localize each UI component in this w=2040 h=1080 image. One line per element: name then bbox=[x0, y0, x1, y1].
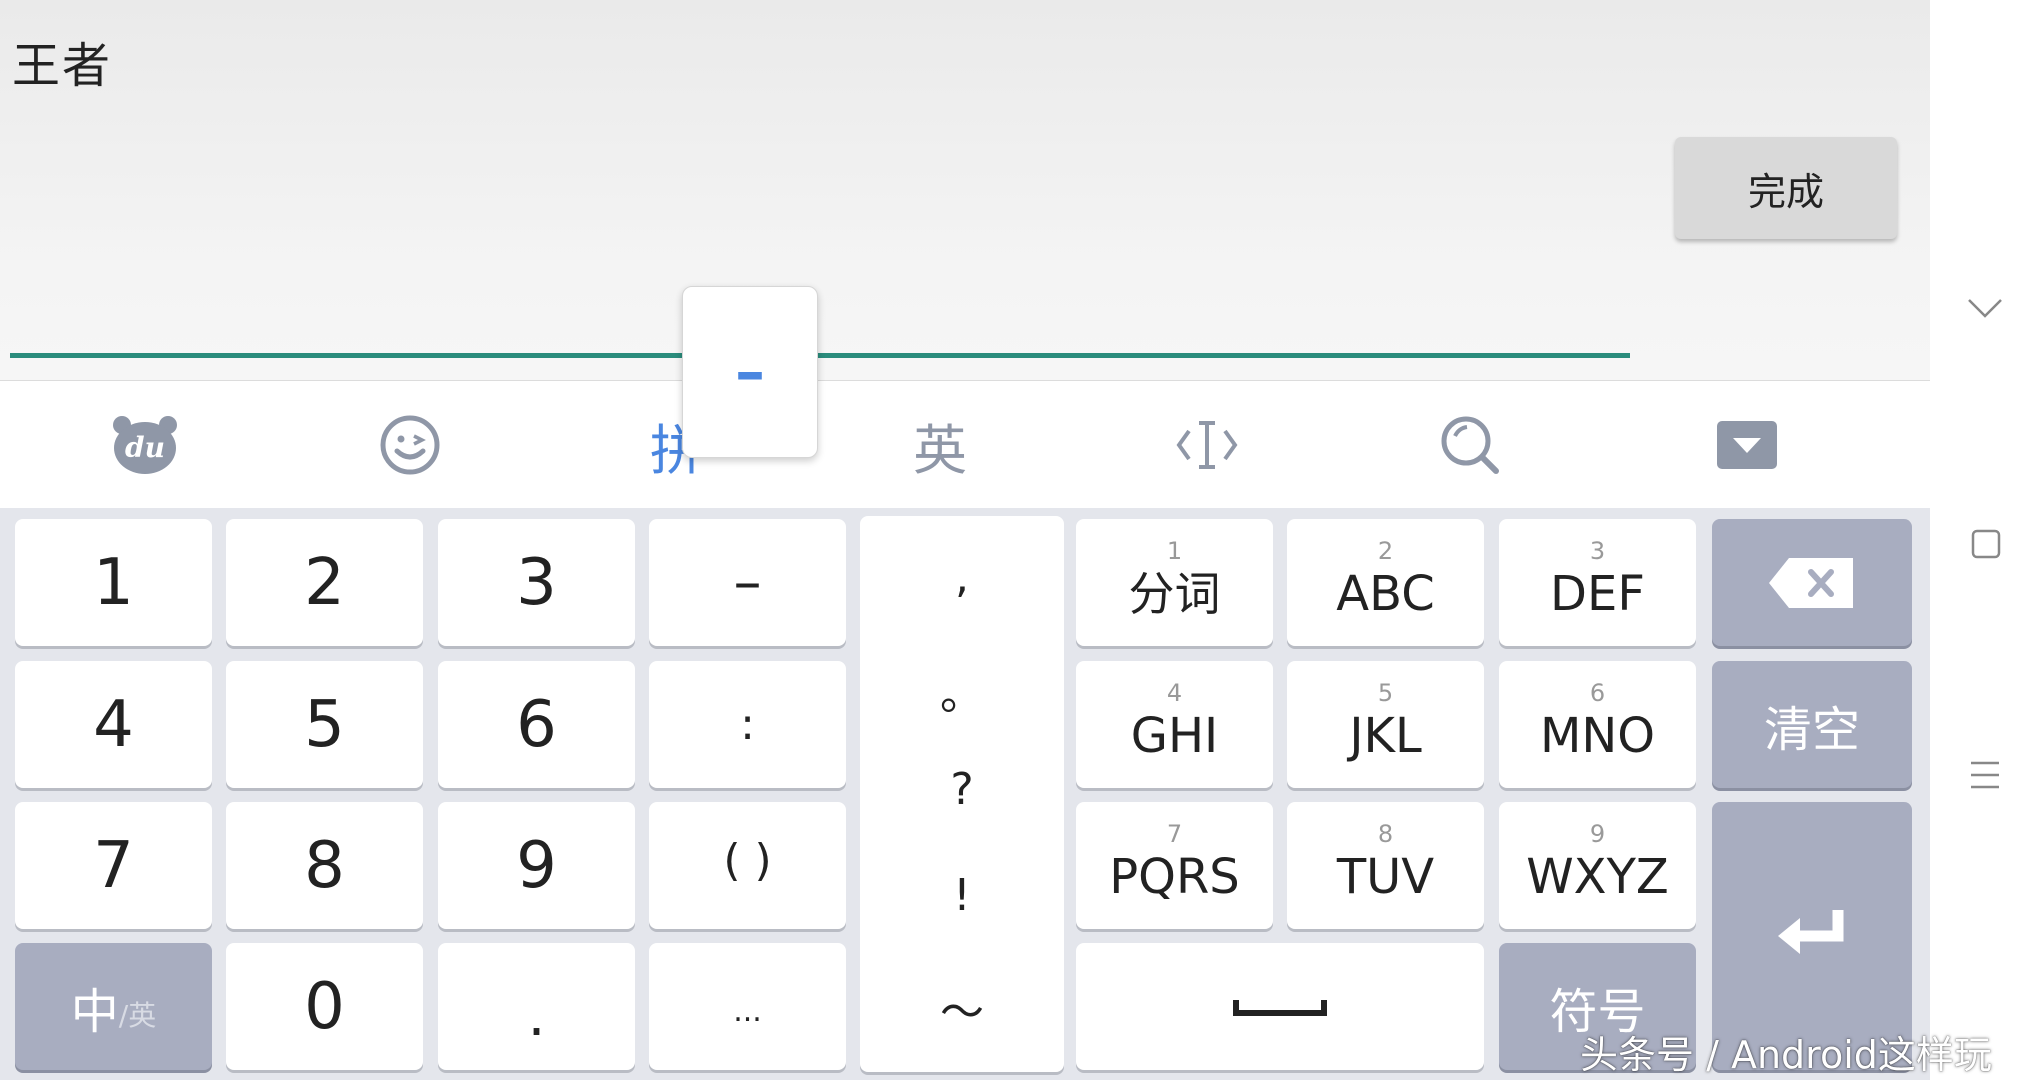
key-label: 清空 bbox=[1763, 701, 1860, 758]
punct-exclaim[interactable]: ! bbox=[860, 870, 1064, 921]
key-dash[interactable]: – bbox=[649, 519, 846, 646]
done-button[interactable]: 完成 bbox=[1675, 137, 1897, 239]
t9-key-2[interactable]: 2 ABC bbox=[1287, 519, 1484, 646]
key-label: 4 bbox=[93, 687, 134, 762]
key-number: 9 bbox=[1589, 819, 1606, 848]
key-number: 3 bbox=[1589, 536, 1606, 565]
backspace-icon bbox=[1769, 557, 1853, 608]
keyboard-toolbar: du 拼 英 bbox=[0, 380, 1930, 509]
input-underline bbox=[10, 353, 1630, 358]
input-area: 王者 完成 bbox=[0, 0, 1930, 380]
back-chevron-icon[interactable] bbox=[1965, 288, 2005, 328]
key-number: 8 bbox=[1377, 819, 1394, 848]
key-8[interactable]: 8 bbox=[226, 802, 423, 929]
t9-key-4[interactable]: 4 GHI bbox=[1076, 661, 1273, 788]
key-label-zh: 中 bbox=[70, 983, 119, 1040]
input-text-field[interactable]: 王者 bbox=[12, 26, 112, 96]
key-label: . bbox=[527, 984, 546, 1049]
clear-key[interactable]: 清空 bbox=[1712, 661, 1912, 788]
key-label: PQRS bbox=[1109, 848, 1240, 905]
key-ellipsis[interactable]: ... bbox=[649, 943, 846, 1070]
key-label: 6 bbox=[516, 687, 557, 762]
key-label: 2 bbox=[304, 545, 345, 620]
key-7[interactable]: 7 bbox=[15, 802, 212, 929]
key-label: 3 bbox=[516, 545, 557, 620]
key-9[interactable]: 9 bbox=[438, 802, 635, 929]
system-nav-bar bbox=[1930, 0, 2040, 1080]
key-label: – bbox=[733, 550, 762, 615]
key-label: 1 bbox=[93, 545, 134, 620]
backspace-key[interactable] bbox=[1712, 519, 1912, 646]
english-mode-tab[interactable]: 英 bbox=[880, 381, 1000, 509]
punct-question[interactable]: ? bbox=[860, 764, 1064, 815]
baidu-du-bear-icon[interactable]: du bbox=[85, 381, 205, 509]
key-label: 8 bbox=[304, 828, 345, 903]
key-label: MNO bbox=[1539, 707, 1656, 764]
smiley-emoji-icon[interactable] bbox=[350, 381, 470, 509]
key-1[interactable]: 1 bbox=[15, 519, 212, 646]
key-4[interactable]: 4 bbox=[15, 661, 212, 788]
key-label: 9 bbox=[516, 828, 557, 903]
punct-comma[interactable]: , bbox=[860, 552, 1064, 603]
key-number: 5 bbox=[1377, 678, 1394, 707]
key-number: 7 bbox=[1166, 819, 1183, 848]
key-label: TUV bbox=[1336, 848, 1435, 905]
cursor-move-icon[interactable] bbox=[1147, 381, 1267, 509]
punct-tilde[interactable]: ～ bbox=[860, 976, 1064, 1040]
key-5[interactable]: 5 bbox=[226, 661, 423, 788]
key-6[interactable]: 6 bbox=[438, 661, 635, 788]
key-dot[interactable]: . bbox=[438, 943, 635, 1070]
key-label: ( ) bbox=[723, 835, 772, 886]
t9-key-8[interactable]: 8 TUV bbox=[1287, 802, 1484, 929]
svg-text:du: du bbox=[125, 431, 165, 464]
home-square-icon[interactable] bbox=[1965, 523, 2005, 563]
key-number: 1 bbox=[1166, 536, 1183, 565]
key-label: 分词 bbox=[1128, 566, 1221, 621]
key-label: JKL bbox=[1349, 707, 1422, 764]
punct-period[interactable]: 。 bbox=[860, 658, 1064, 722]
key-label: GHI bbox=[1130, 707, 1219, 764]
t9-key-6[interactable]: 6 MNO bbox=[1499, 661, 1696, 788]
key-parentheses[interactable]: ( ) bbox=[649, 802, 846, 929]
key-number: 6 bbox=[1589, 678, 1606, 707]
enter-icon bbox=[1778, 910, 1844, 954]
key-label: DEF bbox=[1550, 565, 1645, 622]
key-label: : bbox=[740, 699, 755, 750]
key-label: WXYZ bbox=[1526, 848, 1669, 905]
search-icon[interactable] bbox=[1410, 381, 1530, 509]
key-label: 0 bbox=[304, 969, 345, 1044]
key-number: 2 bbox=[1377, 536, 1394, 565]
key-number: 4 bbox=[1166, 678, 1183, 707]
space-key[interactable] bbox=[1076, 943, 1484, 1070]
punctuation-column[interactable]: , 。 ? ! ～ bbox=[860, 516, 1064, 1072]
key-preview-popup: – bbox=[682, 286, 818, 458]
key-label: ... bbox=[733, 994, 762, 1029]
key-label: 7 bbox=[93, 828, 134, 903]
key-label: 5 bbox=[304, 687, 345, 762]
space-bar-icon bbox=[1233, 999, 1327, 1016]
key-label-en: /英 bbox=[118, 998, 157, 1032]
hide-keyboard-icon[interactable] bbox=[1687, 381, 1807, 509]
menu-lines-icon[interactable] bbox=[1965, 755, 2005, 795]
key-label: ABC bbox=[1336, 565, 1435, 622]
t9-key-7[interactable]: 7 PQRS bbox=[1076, 802, 1273, 929]
key-colon[interactable]: : bbox=[649, 661, 846, 788]
t9-key-1[interactable]: 1 分词 bbox=[1076, 519, 1273, 646]
key-2[interactable]: 2 bbox=[226, 519, 423, 646]
key-0[interactable]: 0 bbox=[226, 943, 423, 1070]
language-switch-key[interactable]: 中/英 bbox=[15, 943, 212, 1070]
t9-key-5[interactable]: 5 JKL bbox=[1287, 661, 1484, 788]
key-3[interactable]: 3 bbox=[438, 519, 635, 646]
t9-key-9[interactable]: 9 WXYZ bbox=[1499, 802, 1696, 929]
t9-key-3[interactable]: 3 DEF bbox=[1499, 519, 1696, 646]
watermark: 头条号 / Android这样玩 bbox=[1580, 1033, 1992, 1077]
